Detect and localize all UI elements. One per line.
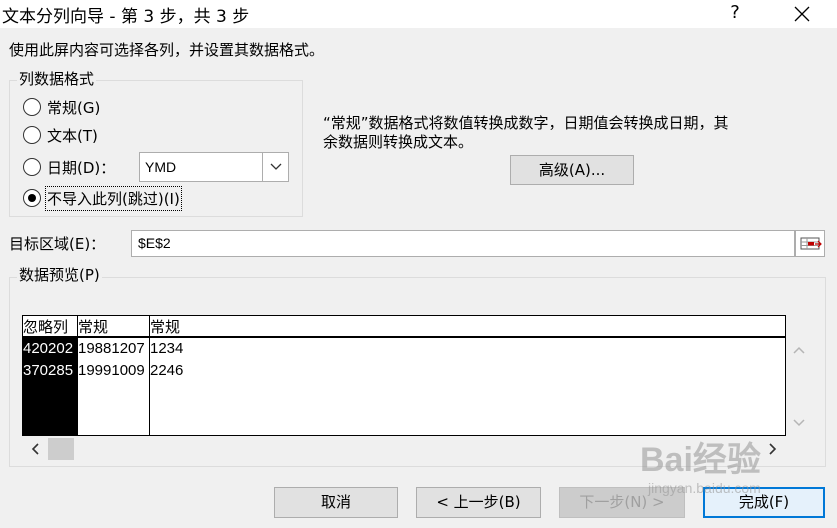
data-preview-grid[interactable]: 忽略列 420202 370285 常规 19881207 19991009 常… [22,315,786,436]
range-picker-button[interactable] [795,230,825,257]
range-select-icon [800,237,822,250]
date-format-select[interactable]: YMD [139,152,289,182]
date-format-dropdown-button[interactable] [262,153,288,181]
radio-skip-button[interactable] [23,189,41,207]
chevron-left-icon[interactable] [22,437,48,461]
radio-skip-label: 不导入此列(跳过)(I) [45,185,182,211]
preview-cell: 1234 [150,340,184,357]
chevron-up-icon[interactable] [786,339,812,361]
radio-skip[interactable]: 不导入此列(跳过)(I) [23,185,182,211]
preview-cell: 19991009 [78,362,145,379]
advanced-button[interactable]: 高级(A)... [510,155,634,185]
radio-general-label: 常规(G) [47,98,101,117]
preview-vertical-scrollbar[interactable] [786,337,812,436]
watermark: Bai经验 jingyan.baidu.com [640,440,761,496]
preview-column-1[interactable]: 忽略列 420202 370285 [23,316,77,435]
preview-cell: 420202 [23,340,74,357]
radio-date-button[interactable] [23,158,41,176]
chevron-down-icon[interactable] [786,412,812,434]
data-preview-group-label: 数据预览(P) [17,264,102,285]
preview-cell: 2246 [150,362,184,379]
chevron-down-icon [270,163,282,170]
radio-text-label: 文本(T) [47,126,98,145]
format-description-line1: “常规”数据格式将数值转换成数字，日期值会转换成日期，其 [323,114,729,132]
column-format-group-label: 列数据格式 [17,68,97,89]
preview-cell: 370285 [23,362,74,379]
format-description-line2: 余数据则转换成文本。 [323,133,474,151]
radio-general-button[interactable] [23,98,41,116]
date-format-value: YMD [145,159,177,175]
close-icon [794,6,810,22]
window-title: 文本分列向导 - 第 3 步，共 3 步 [2,7,250,27]
preview-cell: 19881207 [78,340,145,357]
preview-column-2[interactable]: 常规 19881207 19991009 [77,316,149,435]
radio-text[interactable]: 文本(T) [23,123,98,147]
radio-date[interactable]: 日期(D)： [23,155,115,179]
watermark-logo-text: Bai经验 [640,441,761,479]
back-button[interactable]: < 上一步(B) [416,487,541,518]
horizontal-scroll-thumb[interactable] [48,438,74,460]
preview-column-header: 常规 [78,316,149,338]
radio-text-button[interactable] [23,126,41,144]
cancel-button[interactable]: 取消 [274,487,398,518]
preview-column-header: 常规 [150,316,785,338]
preview-column-3[interactable]: 常规 1234 2246 [149,316,785,435]
chevron-right-icon[interactable] [760,437,786,461]
destination-label: 目标区域(E)： [9,235,106,253]
preview-column-header: 忽略列 [23,316,77,338]
instruction-text: 使用此屏内容可选择各列，并设置其数据格式。 [9,41,325,59]
radio-general[interactable]: 常规(G) [23,95,100,119]
destination-input[interactable]: $E$2 [131,230,795,257]
watermark-url: jingyan.baidu.com [648,480,761,496]
radio-date-label: 日期(D)： [47,158,116,177]
help-button[interactable]: ? [722,0,748,28]
close-button[interactable] [786,0,818,28]
